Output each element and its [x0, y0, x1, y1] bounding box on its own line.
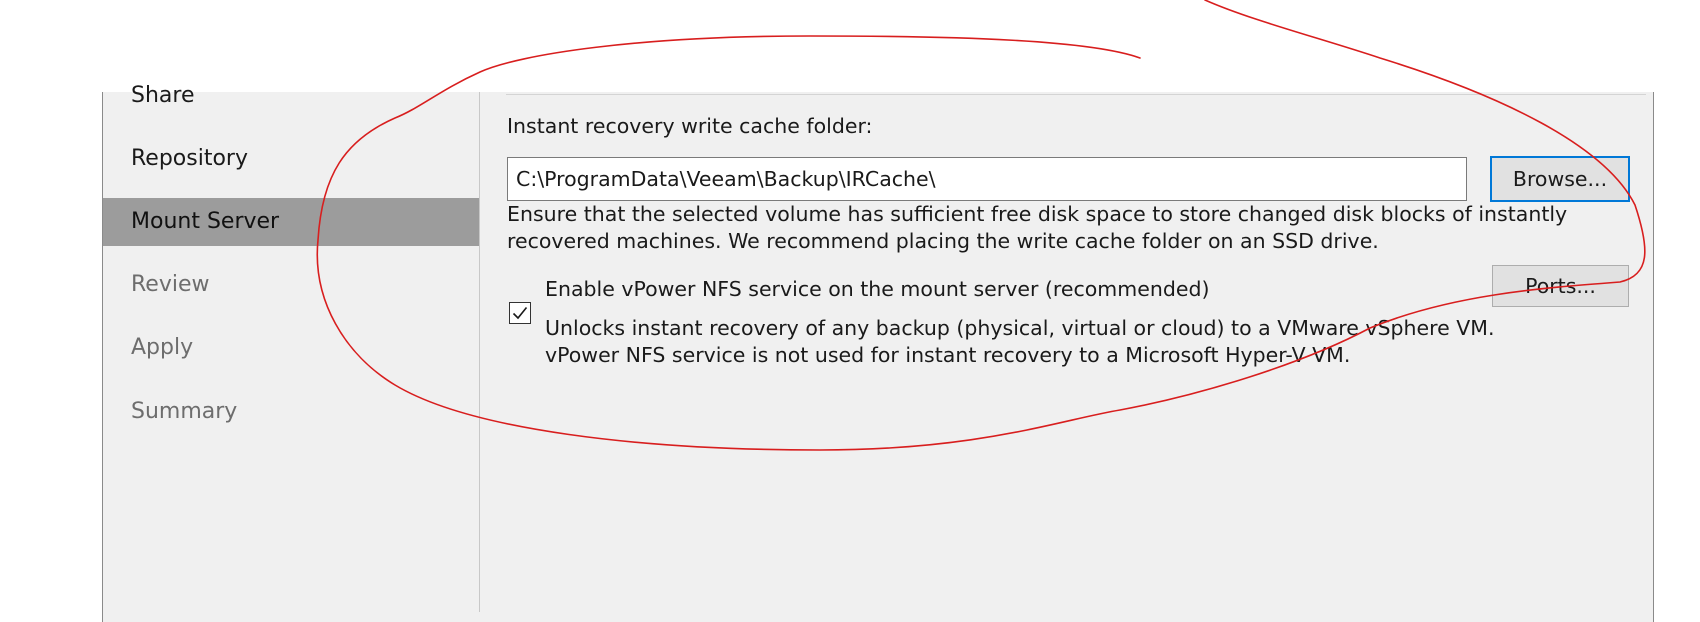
cache-folder-label: Instant recovery write cache folder: — [507, 114, 873, 138]
ports-button[interactable]: Ports... — [1492, 265, 1629, 307]
browse-button[interactable]: Browse... — [1490, 156, 1630, 202]
wizard-step-sidebar: Share Repository Mount Server Review App… — [103, 83, 480, 612]
cache-hint-line-1: Ensure that the selected volume has suff… — [507, 202, 1568, 226]
cache-hint-line-2: recovered machines. We recommend placing… — [507, 229, 1379, 253]
cache-folder-input[interactable] — [507, 157, 1467, 201]
step-summary: Summary — [131, 399, 238, 424]
nfs-description-line-2: vPower NFS service is not used for insta… — [545, 343, 1351, 367]
step-review: Review — [131, 272, 210, 297]
mount-server-panel: Instant recovery write cache folder: Bro… — [480, 92, 1652, 612]
step-mount-server[interactable]: Mount Server — [103, 198, 479, 246]
step-apply: Apply — [131, 335, 194, 360]
checkmark-icon — [512, 306, 528, 320]
nfs-checkbox-label[interactable]: Enable vPower NFS service on the mount s… — [545, 277, 1209, 301]
section-divider — [506, 94, 1646, 95]
step-share[interactable]: Share — [103, 72, 479, 120]
step-repository[interactable]: Repository — [103, 135, 479, 183]
nfs-checkbox[interactable] — [509, 302, 531, 324]
nfs-description-line-1: Unlocks instant recovery of any backup (… — [545, 316, 1495, 340]
